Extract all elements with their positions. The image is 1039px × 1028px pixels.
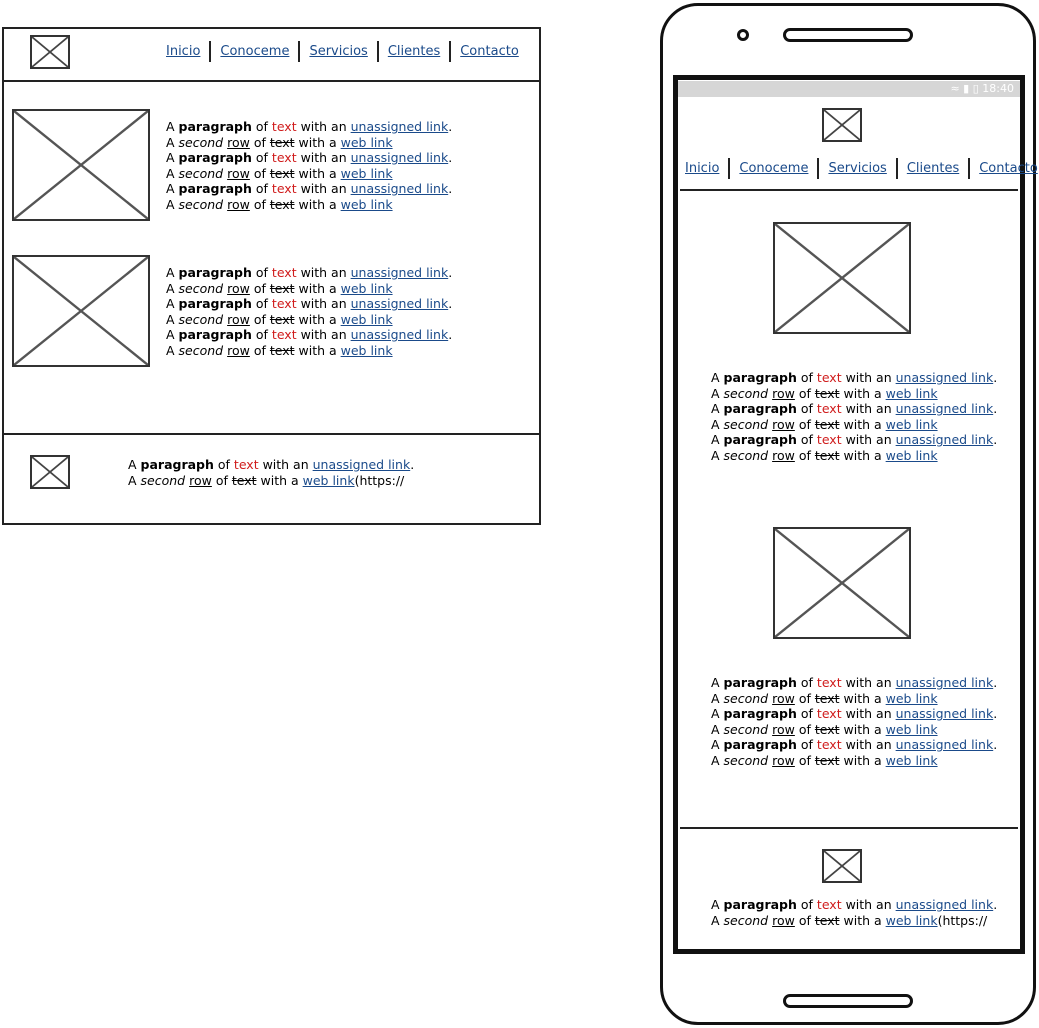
unassigned-link[interactable]: unassigned link [896,737,994,752]
desktop-header-divider [3,80,539,82]
paragraph-line: A second row of text with a web link [166,196,393,212]
paragraph-line: A paragraph of text with an unassigned l… [166,265,453,280]
web-link[interactable]: web link [341,343,393,358]
paragraph-line: A paragraph of text with an unassigned l… [711,432,998,448]
unassigned-link[interactable]: unassigned link [351,296,449,311]
desktop-footer-divider [3,433,539,435]
unassigned-link[interactable]: unassigned link [351,265,449,280]
paragraph-line: A second row of text with a web link [166,134,393,150]
phone-screen [673,75,1025,954]
paragraph-line: A paragraph of text with an unassigned l… [128,457,415,472]
mobile-logo-placeholder[interactable] [822,108,862,142]
paragraph-line: A second row of text with a web link(htt… [711,912,988,928]
mobile-footer-divider [680,827,1018,829]
paragraph-line: A paragraph of text with an unassigned l… [166,181,453,197]
paragraph-line: A second row of text with a web link [166,280,393,296]
nav-link-servicios[interactable]: Servicios [819,161,895,176]
unassigned-link[interactable]: unassigned link [896,432,994,447]
paragraph-line: A paragraph of text with an unassigned l… [166,327,453,343]
paragraph-line: A second row of text with a web link [711,721,938,737]
desktop-image-placeholder-1 [12,109,150,221]
paragraph-line: A second row of text with a web link [166,311,393,327]
mobile-footer-logo-placeholder [822,849,862,883]
unassigned-link[interactable]: unassigned link [351,181,449,196]
paragraph-line: A second row of text with a web link [711,385,938,401]
web-link[interactable]: web link [886,691,938,706]
paragraph-line: A paragraph of text with an unassigned l… [711,737,998,753]
desktop-image-placeholder-2 [12,255,150,367]
unassigned-link[interactable]: unassigned link [351,327,449,342]
unassigned-link[interactable]: unassigned link [896,675,994,690]
unassigned-link[interactable]: unassigned link [313,457,411,472]
nav-link-contacto[interactable]: Contacto [970,161,1039,176]
paragraph-line: A paragraph of text with an unassigned l… [166,150,453,166]
unassigned-link[interactable]: unassigned link [896,370,994,385]
paragraph-line: A second row of text with a web link [711,416,938,432]
unassigned-link[interactable]: unassigned link [351,150,449,165]
unassigned-link[interactable]: unassigned link [351,119,449,134]
web-link[interactable]: web link [886,722,938,737]
paragraph-line: A paragraph of text with an unassigned l… [711,675,998,690]
web-link[interactable]: web link [341,312,393,327]
phone-status-bar: ≈ ▮ ▯ 18:40 [678,81,1020,97]
status-time: 18:40 [982,82,1014,95]
mobile-footer-paragraph: A paragraph of text with an unassigned l… [711,897,997,928]
nav-link-clientes[interactable]: Clientes [379,44,449,59]
nav-link-clientes[interactable]: Clientes [898,161,968,176]
phone-camera [737,29,749,41]
mobile-image-placeholder-1 [773,222,911,334]
unassigned-link[interactable]: unassigned link [896,706,994,721]
desktop-nav: Inicio Conoceme Servicios Clientes Conta… [157,41,528,62]
desktop-footer-logo-placeholder [30,455,70,489]
web-link[interactable]: web link [886,417,938,432]
paragraph-line: A paragraph of text with an unassigned l… [711,706,998,722]
paragraph-line: A second row of text with a web link [711,690,938,706]
web-link[interactable]: web link [886,448,938,463]
mobile-header-divider [680,189,1018,191]
mobile-paragraph-1: A paragraph of text with an unassigned l… [711,370,997,464]
desktop-paragraph-1: A paragraph of text with an unassigned l… [166,119,452,213]
paragraph-line: A paragraph of text with an unassigned l… [711,370,998,385]
desktop-logo-placeholder[interactable] [30,35,70,69]
nav-link-conoceme[interactable]: Conoceme [211,44,298,59]
unassigned-link[interactable]: unassigned link [896,897,994,912]
web-link[interactable]: web link [341,281,393,296]
web-link[interactable]: web link [886,386,938,401]
mobile-image-placeholder-2 [773,527,911,639]
web-link[interactable]: web link [341,135,393,150]
phone-speaker [783,28,913,42]
mobile-nav: Inicio Conoceme Servicios Clientes Conta… [676,158,1039,179]
paragraph-line: A second row of text with a web link [711,447,938,463]
paragraph-line: A paragraph of text with an unassigned l… [711,897,998,912]
web-link[interactable]: web link [341,166,393,181]
paragraph-line: A paragraph of text with an unassigned l… [166,296,453,312]
paragraph-line: A paragraph of text with an unassigned l… [711,401,998,417]
battery-icon: ▯ [972,82,979,95]
desktop-paragraph-2: A paragraph of text with an unassigned l… [166,265,452,359]
nav-link-inicio[interactable]: Inicio [676,161,728,176]
paragraph-line: A second row of text with a web link [166,342,393,358]
paragraph-line: A second row of text with a web link [711,752,938,768]
unassigned-link[interactable]: unassigned link [896,401,994,416]
paragraph-line: A second row of text with a web link(htt… [128,472,405,488]
web-link[interactable]: web link [886,753,938,768]
paragraph-line: A paragraph of text with an unassigned l… [166,119,453,134]
web-link[interactable]: web link [303,473,355,488]
mobile-paragraph-2: A paragraph of text with an unassigned l… [711,675,997,769]
phone-home-button[interactable] [783,994,913,1008]
nav-link-conoceme[interactable]: Conoceme [730,161,817,176]
web-link[interactable]: web link [886,913,938,928]
desktop-footer-paragraph: A paragraph of text with an unassigned l… [128,457,414,488]
signal-icon: ▮ [963,82,970,95]
nav-link-servicios[interactable]: Servicios [300,44,376,59]
paragraph-line: A second row of text with a web link [166,165,393,181]
web-link[interactable]: web link [341,197,393,212]
nav-link-inicio[interactable]: Inicio [157,44,209,59]
nav-link-contacto[interactable]: Contacto [451,44,528,59]
wifi-icon: ≈ [950,82,960,95]
